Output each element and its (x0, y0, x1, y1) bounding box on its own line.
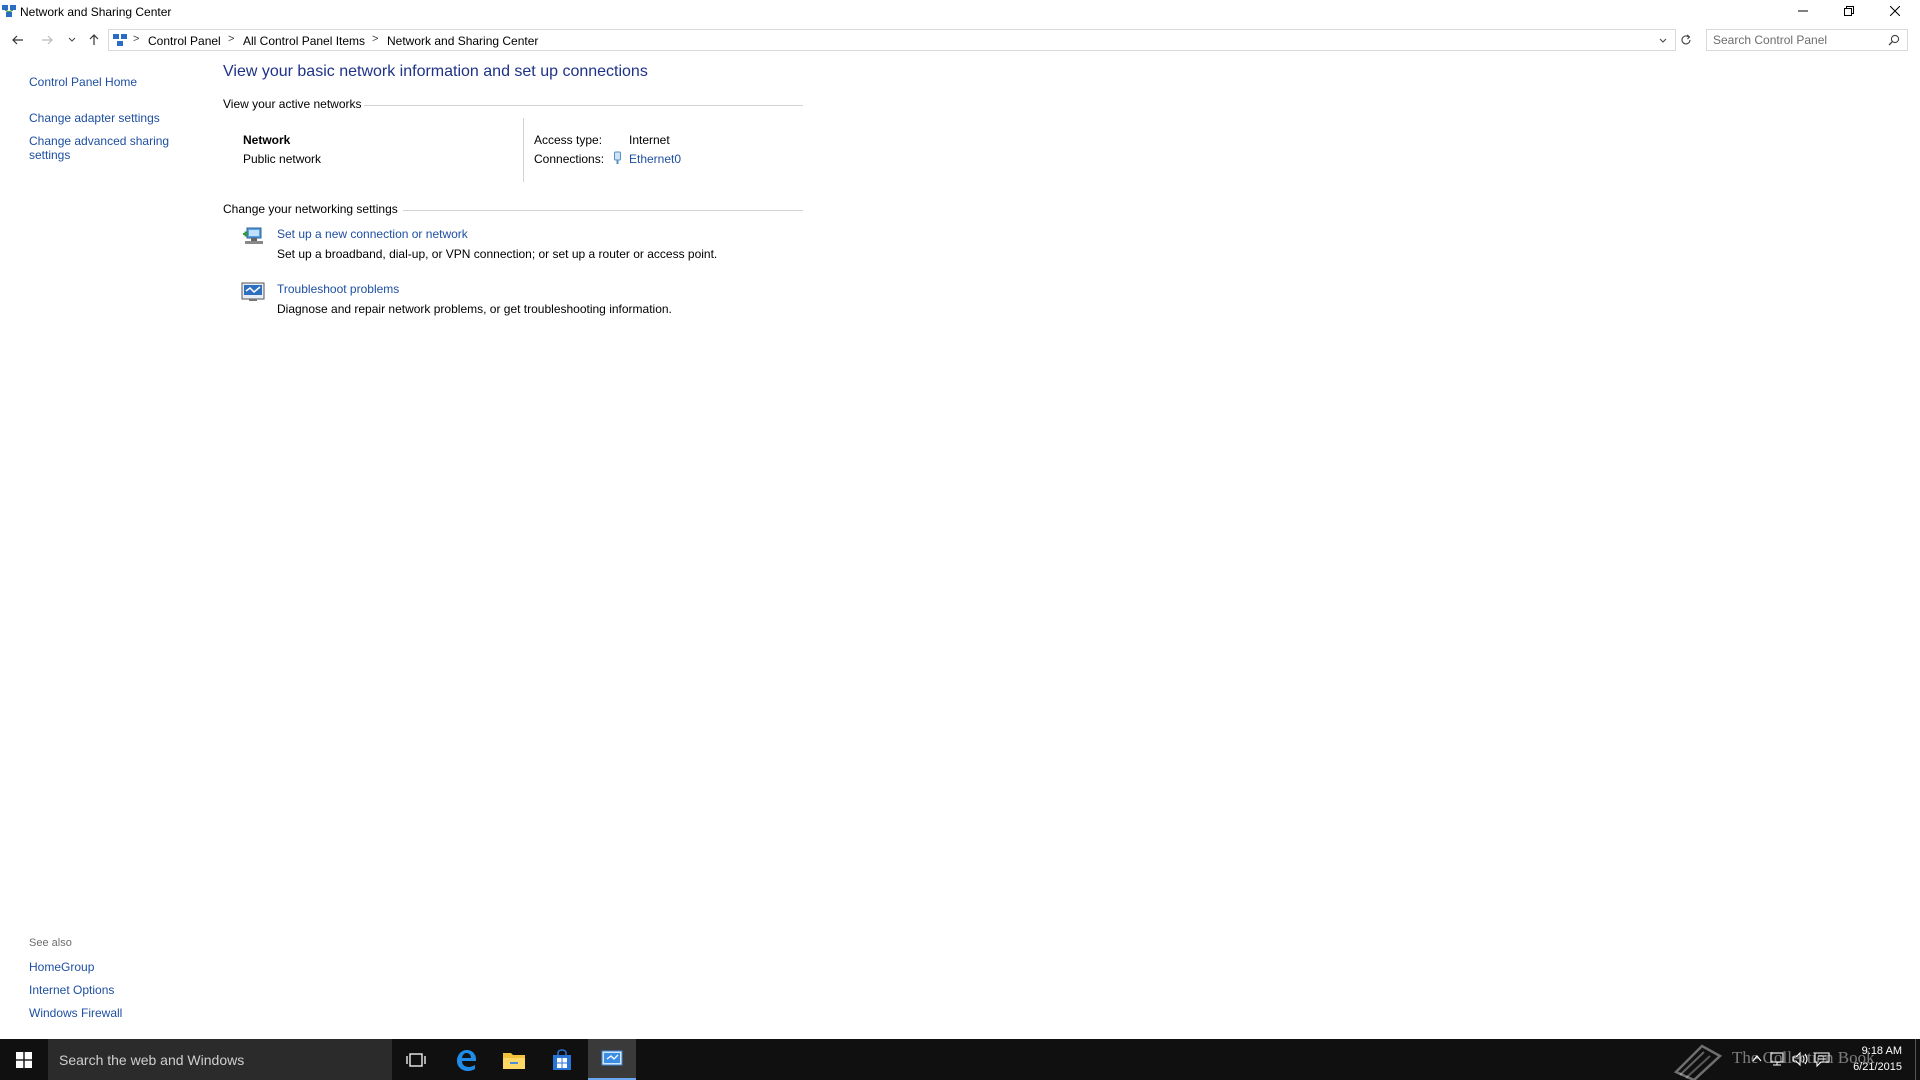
network-name: Network (243, 133, 291, 147)
close-button[interactable] (1872, 0, 1918, 22)
troubleshoot-icon (241, 282, 265, 301)
breadcrumb-control-panel[interactable]: Control Panel (148, 34, 221, 48)
network-center-icon (601, 1050, 623, 1065)
access-type-value: Internet (629, 133, 670, 147)
section-divider (403, 210, 803, 211)
vertical-divider (523, 118, 524, 182)
control-panel-icon (113, 34, 127, 46)
advanced-sharing-line-2: settings (29, 148, 71, 162)
homegroup-link[interactable]: HomeGroup (29, 960, 94, 974)
search-box[interactable] (1706, 29, 1908, 51)
breadcrumb-separator-icon: > (228, 33, 235, 45)
file-explorer-button[interactable] (490, 1039, 538, 1080)
folder-icon (503, 1052, 525, 1069)
minimize-button[interactable] (1780, 0, 1826, 22)
new-connection-icon (243, 227, 263, 244)
book-watermark-icon (1673, 1044, 1723, 1080)
edge-icon (457, 1049, 476, 1071)
ethernet-connection-link[interactable]: Ethernet0 (629, 152, 681, 166)
see-also-label: See also (29, 937, 72, 949)
windows-firewall-link[interactable]: Windows Firewall (29, 1006, 122, 1020)
breadcrumb-all-items[interactable]: All Control Panel Items (243, 34, 365, 48)
back-button[interactable] (8, 30, 28, 50)
restore-icon (1844, 6, 1854, 16)
volume-icon[interactable] (1792, 1051, 1810, 1067)
action-center-icon[interactable] (1814, 1051, 1830, 1067)
page-title: View your basic network information and … (223, 63, 648, 80)
active-networks-label: View your active networks (223, 97, 362, 111)
title-bar[interactable]: Network and Sharing Center (0, 0, 1920, 24)
advanced-sharing-line-1: Change advanced sharing (29, 134, 170, 148)
chevron-down-icon[interactable] (1659, 38, 1667, 44)
windows-logo-icon (16, 1051, 32, 1068)
clock-date: 6/21/2015 (1853, 1061, 1902, 1073)
network-center-taskbar-button[interactable] (588, 1039, 636, 1080)
start-button[interactable] (0, 1039, 48, 1080)
clock[interactable]: 9:18 AM 6/21/2015 (1853, 1043, 1902, 1075)
refresh-button[interactable] (1676, 30, 1696, 50)
address-bar[interactable]: > Control Panel > All Control Panel Item… (108, 29, 1676, 51)
ethernet-icon (614, 151, 621, 164)
window-title: Network and Sharing Center (20, 5, 172, 19)
troubleshoot-problems-link[interactable]: Troubleshoot problems (277, 282, 399, 296)
refresh-icon (1681, 34, 1691, 45)
access-type-label: Access type: (534, 133, 603, 147)
task-view-button[interactable] (392, 1039, 440, 1080)
forward-button[interactable] (37, 30, 57, 50)
taskbar: Search the web and Windows The Collectio… (0, 1039, 1920, 1080)
control-panel-window: Network and Sharing Center > Control Pan… (0, 0, 1920, 1039)
up-arrow-icon (89, 34, 99, 45)
change-adapter-settings-link[interactable]: Change adapter settings (29, 111, 160, 125)
close-icon (1890, 6, 1900, 16)
recent-locations-button[interactable] (62, 30, 82, 50)
breadcrumb-current[interactable]: Network and Sharing Center (387, 34, 538, 48)
network-type[interactable]: Public network (243, 152, 321, 166)
task-view-icon (406, 1052, 426, 1067)
control-panel-home-link[interactable]: Control Panel Home (29, 75, 137, 89)
breadcrumb-separator-icon: > (133, 33, 140, 45)
minimize-icon (1798, 10, 1808, 12)
network-center-icon (2, 5, 16, 17)
search-icon[interactable] (1888, 34, 1900, 46)
store-icon (553, 1048, 571, 1070)
change-settings-label: Change your networking settings (223, 202, 398, 216)
search-input[interactable] (1713, 32, 1883, 48)
taskbar-search-text: Search the web and Windows (59, 1052, 245, 1068)
store-button[interactable] (538, 1039, 586, 1080)
forward-arrow-icon (42, 35, 53, 45)
setup-connection-link[interactable]: Set up a new connection or network (277, 227, 468, 241)
system-tray (1752, 1039, 1832, 1080)
change-advanced-sharing-link[interactable]: Change advanced sharing settings (29, 134, 169, 162)
network-tray-icon[interactable] (1770, 1051, 1786, 1067)
internet-options-link[interactable]: Internet Options (29, 983, 114, 997)
show-desktop-button[interactable] (1915, 1039, 1920, 1080)
connections-label: Connections: (534, 152, 605, 166)
edge-browser-button[interactable] (442, 1039, 490, 1080)
section-divider (364, 105, 803, 106)
clock-time: 9:18 AM (1861, 1045, 1902, 1057)
restore-button[interactable] (1826, 0, 1872, 22)
taskbar-search-box[interactable]: Search the web and Windows (48, 1039, 392, 1080)
troubleshoot-description: Diagnose and repair network problems, or… (277, 302, 672, 316)
back-arrow-icon (12, 35, 23, 45)
chevron-down-icon (68, 37, 76, 42)
up-button[interactable] (84, 30, 104, 50)
setup-connection-description: Set up a broadband, dial-up, or VPN conn… (277, 247, 718, 261)
chevron-up-icon[interactable] (1752, 1054, 1762, 1062)
navigation-bar: > Control Panel > All Control Panel Item… (0, 28, 1920, 52)
breadcrumb-separator-icon: > (372, 33, 379, 45)
